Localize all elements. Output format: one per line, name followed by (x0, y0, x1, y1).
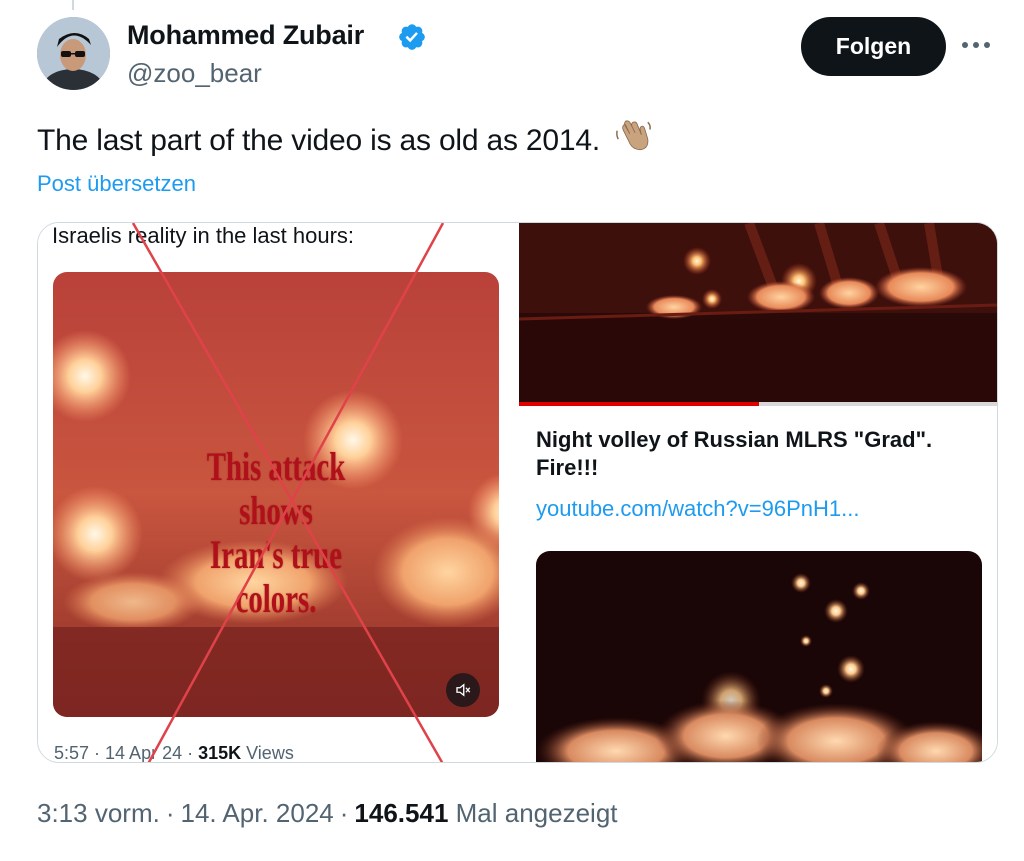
quoted-screenshot-left[interactable]: Israelis reality in the last hours: This… (38, 223, 516, 763)
follow-button[interactable]: Folgen (801, 17, 946, 76)
tweet-text: The last part of the video is as old as … (37, 118, 652, 158)
youtube-link-card[interactable]: Night volley of Russian MLRS "Grad". Fir… (519, 406, 997, 762)
tweet-text-content: The last part of the video is as old as … (37, 124, 601, 157)
view-count: 146.541 (354, 798, 449, 828)
author-handle[interactable]: @zoo_bear (127, 58, 262, 89)
post-timestamp-line: 3:13 vorm. · 14. Apr. 2024 · 146.541 Mal ang… (37, 798, 618, 828)
youtube-video-frame[interactable] (519, 223, 997, 404)
avatar[interactable] (37, 17, 110, 90)
post-date[interactable]: 14. Apr. 2024 (181, 798, 334, 828)
card-title[interactable]: Night volley of Russian MLRS "Grad". Fir… (536, 426, 976, 482)
author-display-name[interactable]: Mohammed Zubair (127, 20, 364, 51)
media-attachment[interactable]: Israelis reality in the last hours: This… (37, 222, 998, 763)
verified-badge-icon (399, 24, 425, 50)
card-thumbnail[interactable] (536, 551, 982, 762)
quoted-post-meta: 5:57 · 14 Apr 24 · 315K Views (54, 743, 294, 763)
translate-post-link[interactable]: Post übersetzen (37, 171, 196, 197)
card-url-link[interactable]: youtube.com/watch?v=96PnH1... (536, 496, 859, 522)
more-options-icon[interactable] (962, 38, 996, 52)
view-count-label: Mal angezeigt (455, 798, 618, 828)
waving-hand-icon (616, 120, 652, 151)
post-time[interactable]: 3:13 vorm. (37, 798, 160, 828)
thread-connector-line (72, 0, 74, 10)
quoted-caption: Israelis reality in the last hours: (52, 223, 355, 248)
mute-speaker-icon[interactable] (446, 673, 480, 707)
video-overlay-text: This attack shows Iran's true colors. (206, 444, 346, 621)
quoted-screenshot-right[interactable]: Night volley of Russian MLRS "Grad". Fir… (519, 223, 997, 762)
